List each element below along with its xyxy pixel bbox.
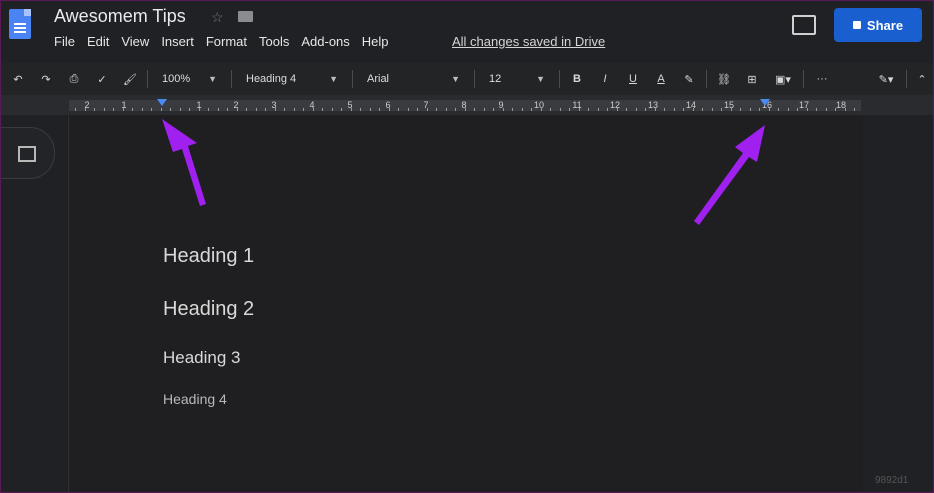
annotation-arrow-right [694, 125, 765, 225]
annotation-arrows [162, 119, 765, 225]
app-window: Awesomem Tips ☆ File Edit View Insert Fo… [0, 0, 934, 493]
annotation-arrow-left [162, 119, 206, 206]
watermark-text: 9892d1 [875, 475, 909, 486]
